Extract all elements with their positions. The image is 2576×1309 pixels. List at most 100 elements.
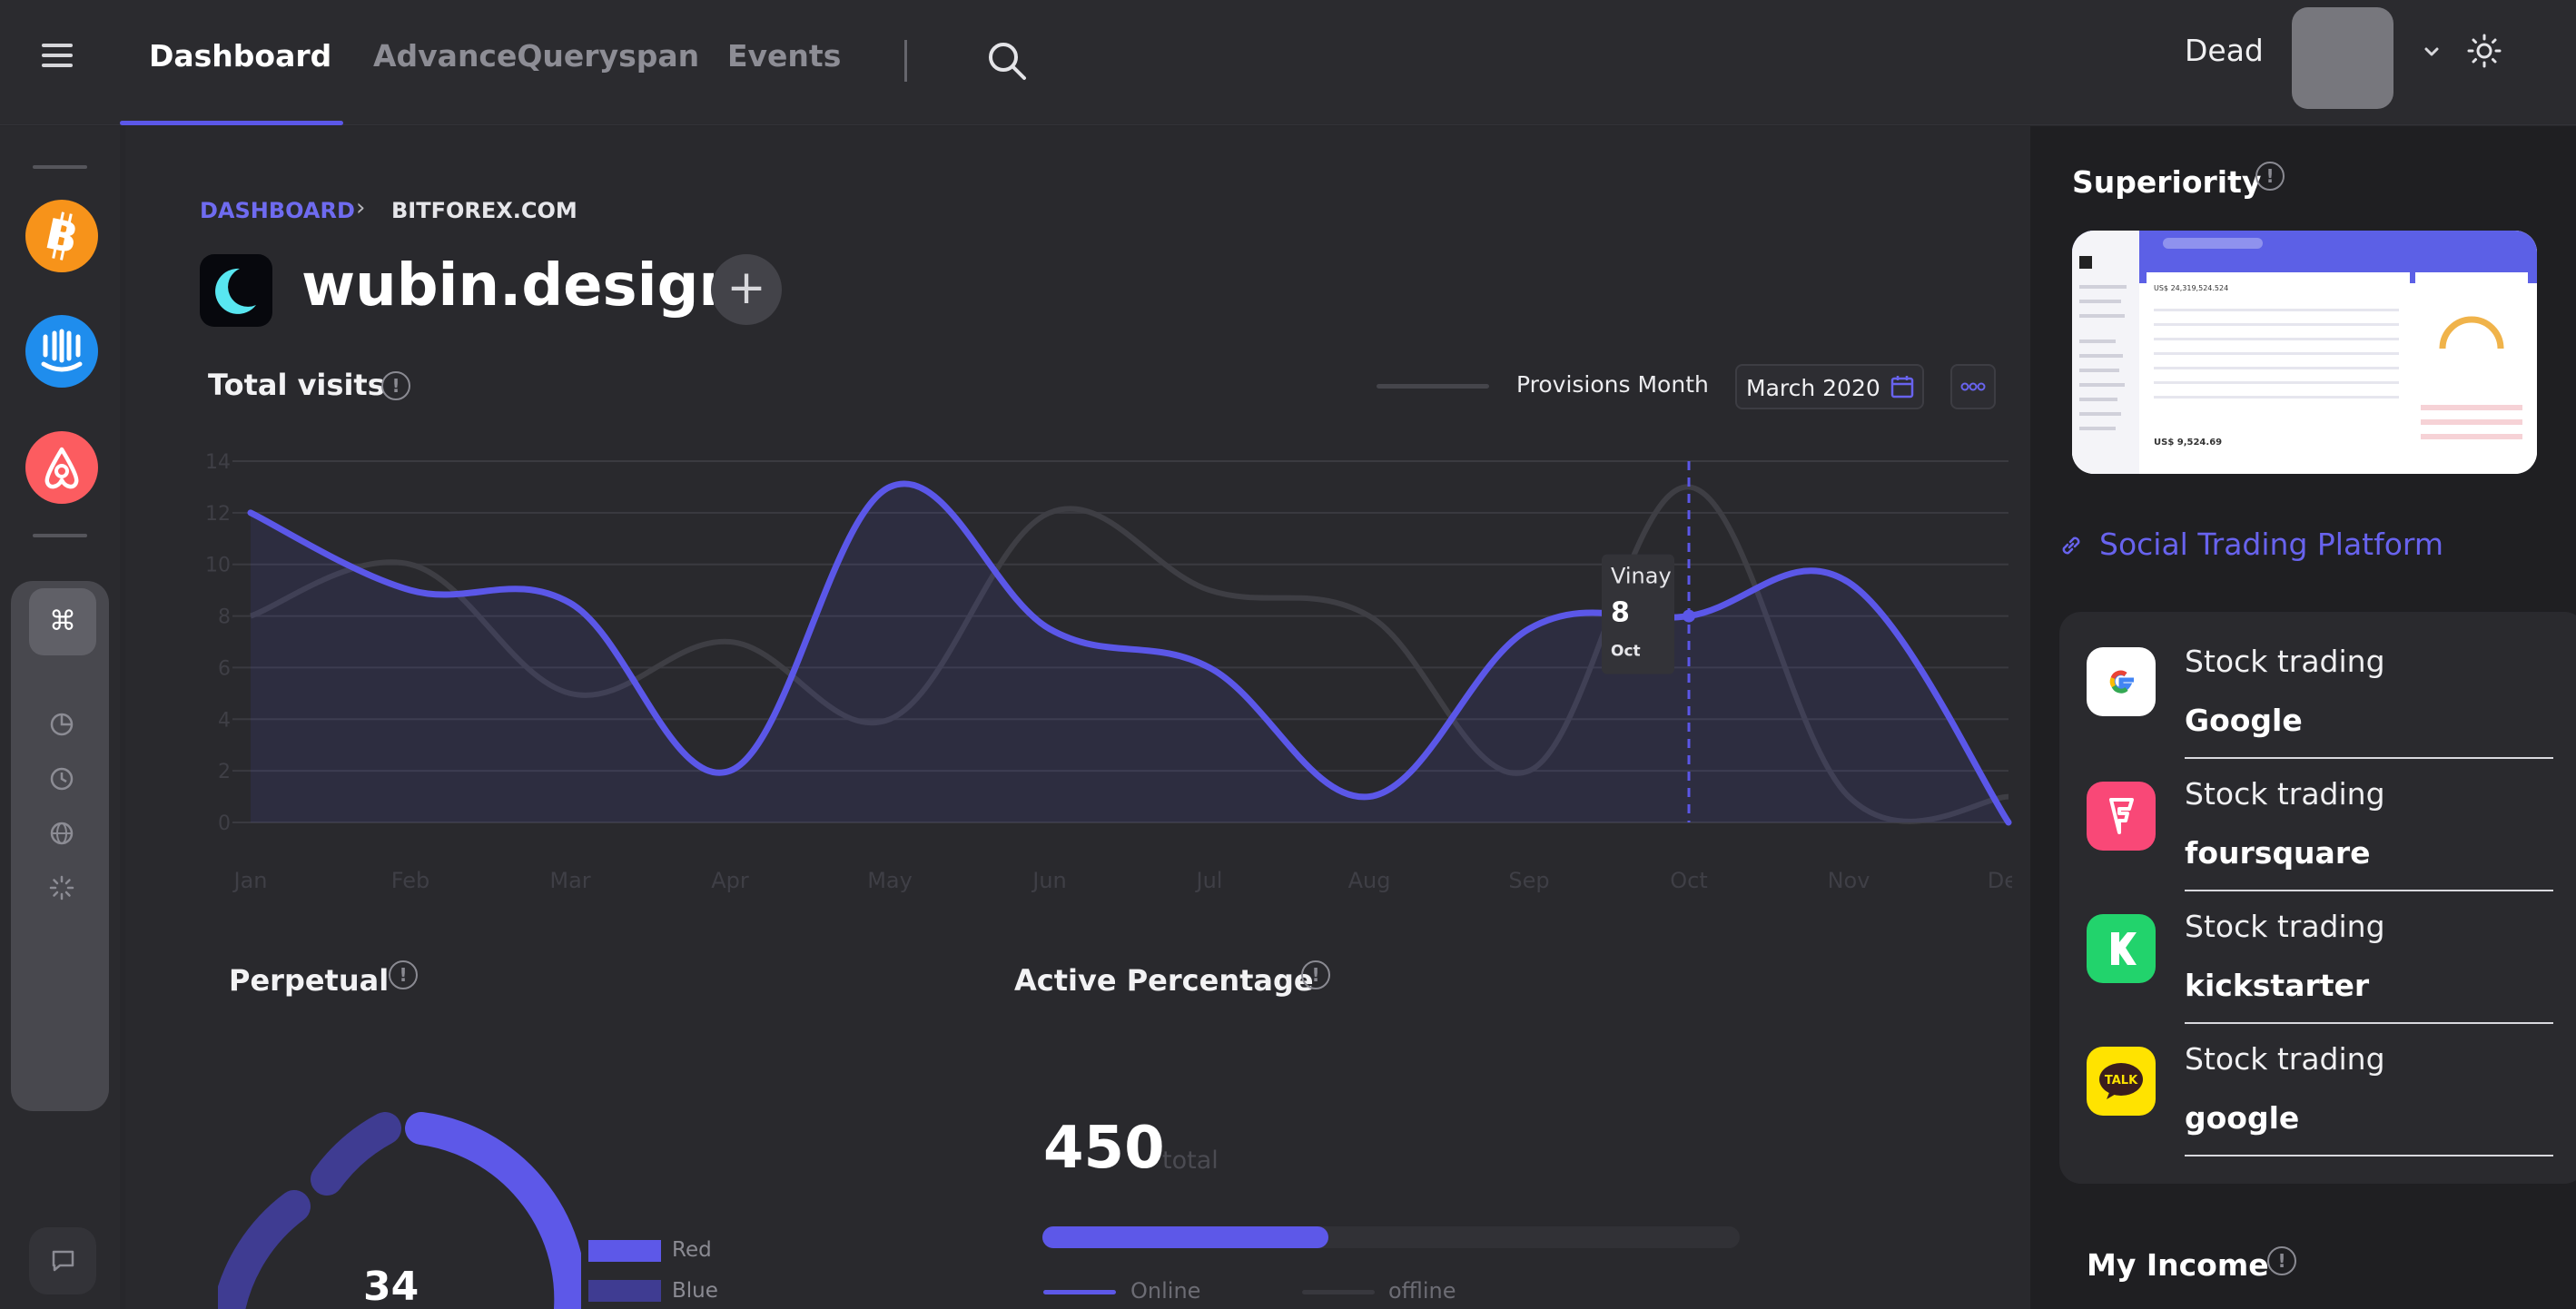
stock-divider (2185, 1022, 2553, 1024)
info-icon[interactable]: ! (2255, 162, 2285, 191)
add-button[interactable]: + (711, 254, 782, 325)
x-tick-label: Feb (391, 868, 430, 893)
month-picker[interactable]: March 2020 (1735, 364, 1924, 409)
user-name: Dead (2185, 33, 2264, 68)
legend-label-red: Red (672, 1238, 712, 1262)
foursquare-logo-icon[interactable] (2087, 782, 2156, 851)
breadcrumb-dashboard[interactable]: DASHBOARD (200, 198, 355, 223)
command-icon[interactable]: ⌘ (29, 588, 96, 655)
superiority-title: Superiority (2072, 164, 2262, 200)
tab-events[interactable]: Events (727, 38, 841, 74)
tooltip-value: 8 (1611, 597, 1630, 629)
legend-swatch-blue (588, 1280, 661, 1302)
site-title: wubin.design (301, 252, 740, 320)
legend-label-online: Online (1130, 1278, 1201, 1304)
sun-icon[interactable] (2466, 33, 2502, 69)
legend-swatch-red (588, 1240, 661, 1262)
x-tick-label: Jun (1031, 868, 1067, 893)
legend-label-offline: offline (1388, 1278, 1456, 1304)
more-options-button[interactable] (1950, 364, 1996, 409)
google-logo-icon[interactable] (2087, 647, 2156, 716)
tab-dashboard[interactable]: Dashboard (149, 38, 331, 74)
month-picker-value: March 2020 (1746, 375, 1880, 401)
total-visits-chart: 0 2 4 6 8 10 12 14 Jan Feb Mar Apr May Jun Jul Aug Sep Oc… (205, 451, 2012, 893)
y-tick-label: 6 (218, 657, 231, 680)
legend-line (1377, 384, 1489, 389)
link-icon (2058, 532, 2085, 559)
kickstarter-logo-icon[interactable] (2087, 914, 2156, 983)
donut-segment-blue-2 (218, 1190, 311, 1309)
avatar[interactable] (2292, 7, 2393, 109)
stock-title: Stock trading (2185, 1041, 2385, 1077)
active-percentage-title: Active Percentage (1014, 963, 1314, 998)
my-income-title: My Income (2087, 1247, 2269, 1283)
intercom-icon[interactable] (25, 315, 98, 388)
menu-icon[interactable] (40, 40, 76, 71)
x-tick-label: Jan (232, 868, 268, 893)
chat-icon[interactable] (29, 1227, 96, 1294)
more-dots-icon (1960, 382, 1986, 391)
stock-title: Stock trading (2185, 644, 2385, 679)
donut-segment-blue (311, 1112, 401, 1196)
info-icon[interactable]: ! (389, 960, 418, 989)
chevron-down-icon[interactable] (2419, 40, 2444, 64)
breadcrumb-separator-icon: › (356, 194, 366, 221)
breadcrumb-current: BITFOREX.COM (391, 198, 577, 223)
y-tick-label: 4 (218, 709, 231, 732)
active-tab-indicator (120, 121, 343, 125)
pie-chart-icon[interactable] (47, 710, 76, 739)
stock-name[interactable]: Google (2185, 703, 2303, 738)
y-tick-label: 8 (218, 606, 231, 629)
donut-center-value: 34 (363, 1264, 419, 1309)
x-tick-label: Nov (1828, 868, 1870, 893)
stock-name[interactable]: foursquare (2185, 835, 2370, 871)
svg-text:TALK: TALK (2105, 1074, 2138, 1088)
legend-line-online (1043, 1290, 1116, 1294)
stock-divider (2185, 1155, 2553, 1156)
loader-icon[interactable] (47, 873, 76, 902)
tooltip-point (1683, 609, 1695, 623)
online-progress-bar (1042, 1226, 1740, 1248)
globe-icon[interactable] (47, 819, 76, 848)
sidebar-divider (33, 165, 87, 169)
stock-name[interactable]: google (2185, 1100, 2299, 1136)
svg-text:US$ 9,524.69: US$ 9,524.69 (2154, 438, 2222, 448)
tooltip-series-name: Vinay (1611, 564, 1672, 589)
x-tick-label: Mar (549, 868, 590, 893)
info-icon[interactable]: ! (1301, 960, 1330, 989)
sidebar-divider (33, 534, 87, 537)
social-trading-link[interactable]: Social Trading Platform (2099, 527, 2443, 562)
stock-name[interactable]: kickstarter (2185, 968, 2369, 1003)
stock-divider (2185, 890, 2553, 891)
platform-preview-thumbnail[interactable]: US$ 24,319,524.524 US$ 9,524.69 (2072, 231, 2537, 474)
clock-icon[interactable] (47, 764, 76, 793)
y-tick-label: 0 (218, 812, 231, 835)
calendar-icon (1890, 374, 1915, 399)
y-tick-label: 10 (205, 555, 231, 577)
y-tick-label: 2 (218, 761, 231, 783)
airbnb-icon[interactable] (25, 431, 98, 504)
stock-title: Stock trading (2185, 776, 2385, 812)
y-tick-label: 14 (205, 451, 231, 474)
svg-text:US$ 24,319,524.524: US$ 24,319,524.524 (2154, 284, 2228, 292)
tooltip-month: Oct (1611, 643, 1641, 661)
tab-advance-queryspan[interactable]: AdvanceQueryspan (373, 38, 699, 74)
perpetual-title: Perpetual (229, 963, 390, 998)
x-tick-label: Aug (1348, 868, 1391, 893)
x-tick-label: Oct (1670, 868, 1708, 893)
active-total-value: 450 (1043, 1115, 1165, 1182)
legend-label-blue: Blue (672, 1279, 718, 1303)
donut-segment-red (405, 1112, 581, 1309)
search-icon[interactable] (984, 38, 1030, 84)
y-tick-label: 12 (205, 503, 231, 526)
info-icon[interactable]: ! (2267, 1246, 2296, 1275)
nav-divider (904, 40, 907, 82)
info-icon[interactable]: ! (381, 371, 410, 400)
x-tick-label: Dec (1988, 868, 2012, 893)
x-tick-label: Jul (1195, 868, 1223, 893)
kakaotalk-logo-icon[interactable]: TALK (2087, 1047, 2156, 1116)
legend-line-offline (1302, 1290, 1375, 1294)
stock-title: Stock trading (2185, 909, 2385, 944)
bitcoin-icon[interactable]: B (25, 200, 98, 272)
x-tick-label: Apr (711, 868, 749, 893)
